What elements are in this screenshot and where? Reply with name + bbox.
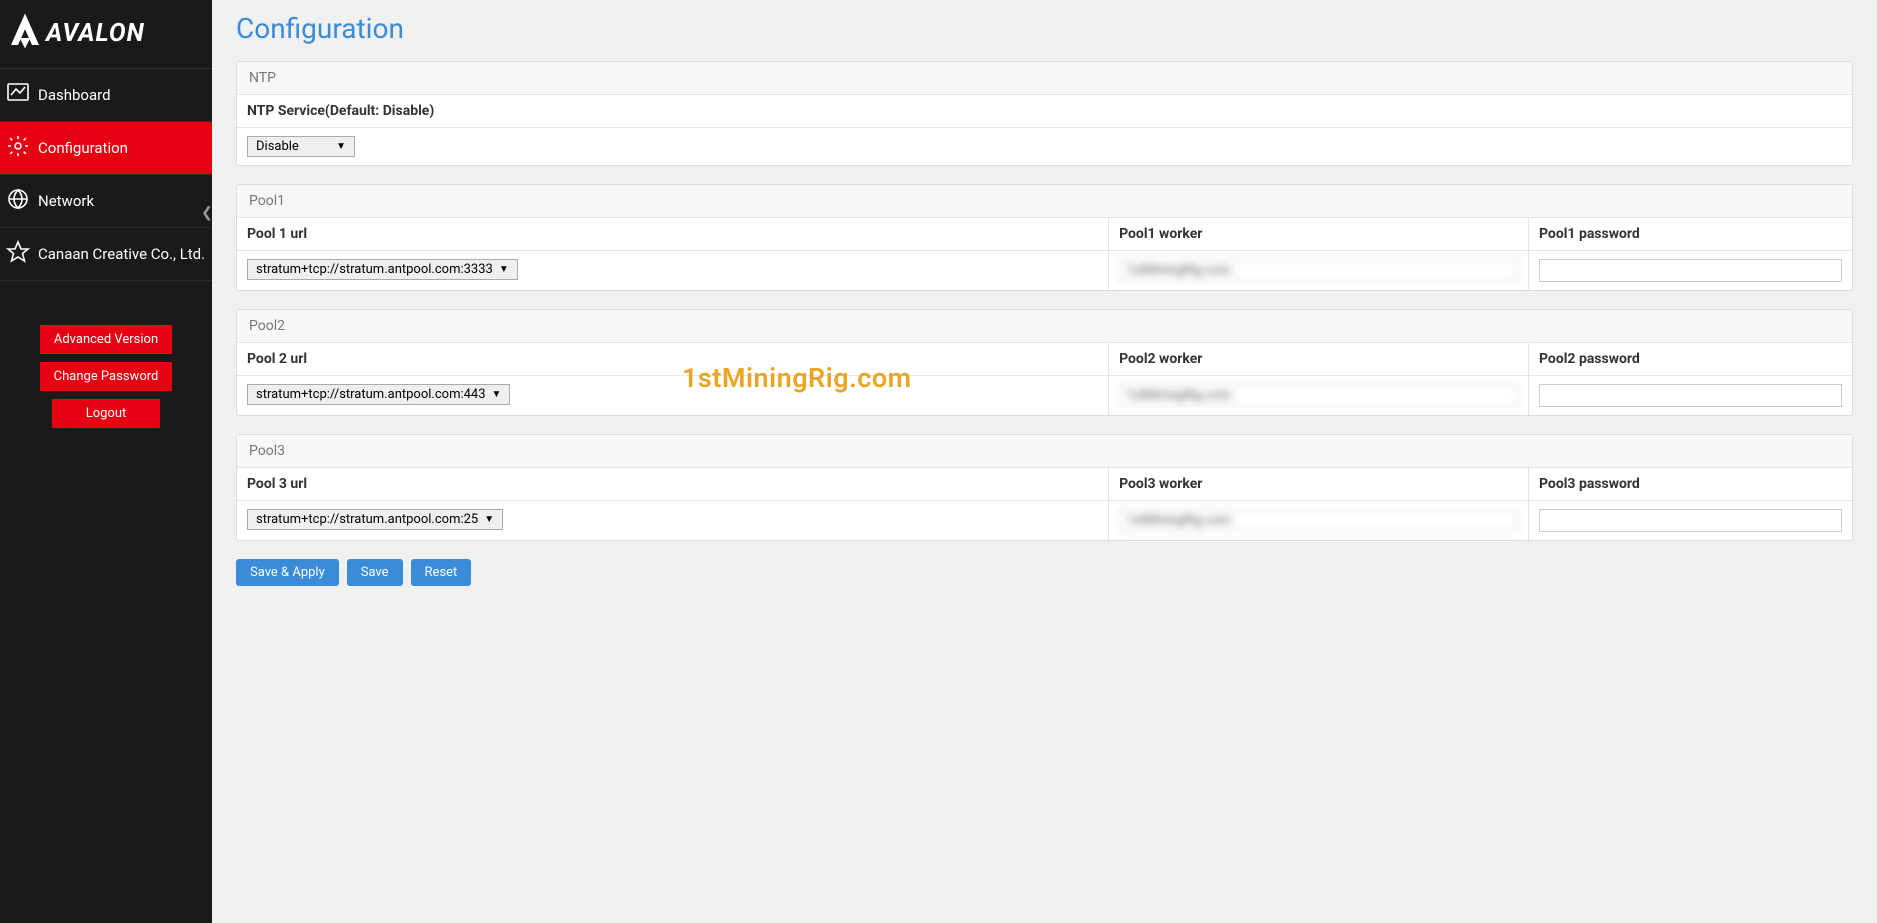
pool3-url-select[interactable]: stratum+tcp://stratum.antpool.com:25 ▼ [247,509,503,530]
save-apply-button[interactable]: Save & Apply [236,559,339,586]
chevron-down-icon: ▼ [484,514,494,525]
sidebar-nav: Dashboard Configuration Network [0,69,212,281]
sidebar-item-canaan[interactable]: Canaan Creative Co., Ltd. [0,228,212,281]
pool3-url-value: stratum+tcp://stratum.antpool.com:25 [256,512,478,527]
page-title: Configuration [236,12,1853,45]
ntp-service-value: Disable [256,139,299,154]
pool3-url-label: Pool 3 url [237,468,1109,500]
pool3-heading: Pool3 [237,435,1852,468]
sidebar: AVALON Dashboard Configuration [0,0,212,923]
gear-icon [4,134,32,162]
ntp-heading: NTP [237,62,1852,95]
pool2-url-cell: stratum+tcp://stratum.antpool.com:443 ▼ [237,376,1109,415]
form-actions: Save & Apply Save Reset [236,559,1853,586]
pool1-password-label: Pool1 password [1529,218,1852,250]
sidebar-actions: Advanced Version Change Password Logout [0,325,212,428]
pool3-password-label: Pool3 password [1529,468,1852,500]
pool3-worker-input[interactable] [1119,509,1518,532]
chevron-down-icon: ▼ [499,264,509,275]
pool2-url-label: Pool 2 url [237,343,1109,375]
pool2-panel: Pool2 Pool 2 url Pool2 worker Pool2 pass… [236,309,1853,416]
pool2-url-value: stratum+tcp://stratum.antpool.com:443 [256,387,486,402]
pool2-password-label: Pool2 password [1529,343,1852,375]
pool1-worker-input[interactable] [1119,259,1518,282]
brand-name: AVALON [46,19,145,48]
sidebar-item-label: Canaan Creative Co., Ltd. [38,245,208,263]
pool1-password-input[interactable] [1539,259,1842,282]
sidebar-item-dashboard[interactable]: Dashboard [0,69,212,122]
pool3-worker-cell [1109,501,1529,540]
logout-button[interactable]: Logout [52,399,160,428]
pool3-password-cell [1529,501,1852,540]
pool3-url-cell: stratum+tcp://stratum.antpool.com:25 ▼ [237,501,1109,540]
pool2-worker-cell [1109,376,1529,415]
pool3-panel: Pool3 Pool 3 url Pool3 worker Pool3 pass… [236,434,1853,541]
pool2-password-input[interactable] [1539,384,1842,407]
pool3-password-input[interactable] [1539,509,1842,532]
ntp-service-select[interactable]: Disable ▼ [247,136,355,157]
pool2-url-select[interactable]: stratum+tcp://stratum.antpool.com:443 ▼ [247,384,510,405]
pool1-url-cell: stratum+tcp://stratum.antpool.com:3333 ▼ [237,251,1109,290]
main-content: Configuration NTP NTP Service(Default: D… [212,0,1877,923]
ntp-panel: NTP NTP Service(Default: Disable) Disabl… [236,61,1853,166]
pool1-url-label: Pool 1 url [237,218,1109,250]
chevron-down-icon: ▼ [492,389,502,400]
pool1-panel: Pool1 Pool 1 url Pool1 worker Pool1 pass… [236,184,1853,291]
star-icon [4,240,32,268]
pool2-worker-input[interactable] [1119,384,1518,407]
change-password-button[interactable]: Change Password [40,362,173,391]
ntp-service-label: NTP Service(Default: Disable) [237,95,1852,127]
sidebar-item-label: Network [38,192,208,210]
ntp-select-cell: Disable ▼ [237,128,1852,165]
pool1-heading: Pool1 [237,185,1852,218]
save-button[interactable]: Save [347,559,403,586]
pool1-worker-cell [1109,251,1529,290]
chart-line-icon [4,81,32,109]
sidebar-item-configuration[interactable]: Configuration [0,122,212,175]
pool2-worker-label: Pool2 worker [1109,343,1529,375]
pool3-worker-label: Pool3 worker [1109,468,1529,500]
pool1-password-cell [1529,251,1852,290]
pool2-heading: Pool2 [237,310,1852,343]
sidebar-item-label: Configuration [38,139,208,157]
advanced-version-button[interactable]: Advanced Version [40,325,172,354]
reset-button[interactable]: Reset [411,559,472,586]
brand-logo: AVALON [0,0,212,69]
avalon-a-icon [4,10,46,56]
globe-icon [4,187,32,215]
pool2-password-cell [1529,376,1852,415]
chevron-down-icon: ▼ [336,141,346,152]
sidebar-item-label: Dashboard [38,86,208,104]
pool1-worker-label: Pool1 worker [1109,218,1529,250]
pool1-url-value: stratum+tcp://stratum.antpool.com:3333 [256,262,493,277]
pool1-url-select[interactable]: stratum+tcp://stratum.antpool.com:3333 ▼ [247,259,518,280]
sidebar-item-network[interactable]: Network [0,175,212,228]
